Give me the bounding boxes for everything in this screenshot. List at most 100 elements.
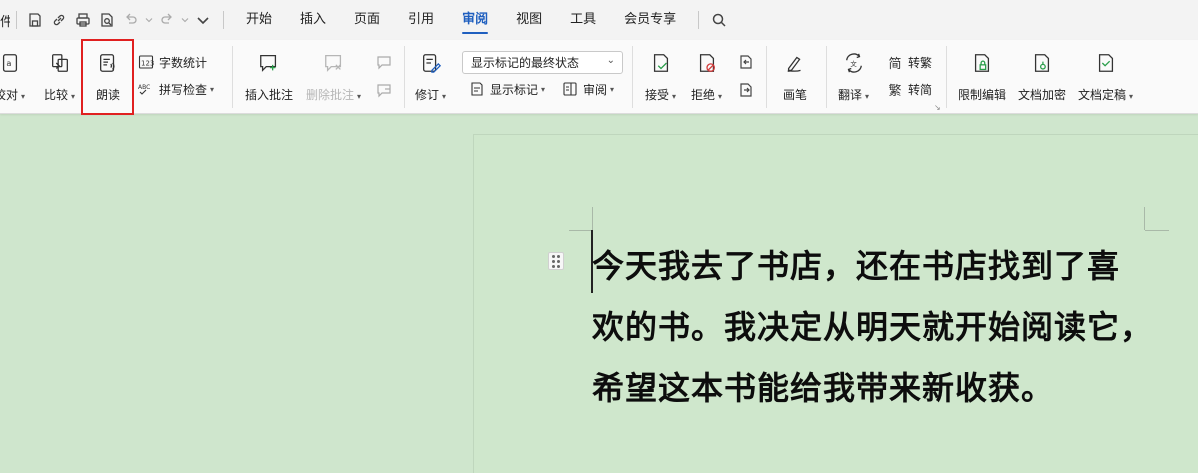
share-link-icon[interactable] [47,8,71,32]
to-traditional-button[interactable]: 简 转繁 [886,51,932,73]
divider [632,46,633,108]
restrict-edit-button[interactable]: 限制编辑 [958,50,1006,103]
truncated-menu-label[interactable]: 件 [0,11,10,30]
tab-review[interactable]: 审阅 [448,0,502,40]
word-count-icon: 123 [137,53,155,71]
menu-tabs: 开始 插入 页面 引用 审阅 视图 工具 会员专享 [232,0,690,40]
crop-mark [1144,207,1145,230]
reject-label: 拒绝 [691,88,716,102]
svg-text:文: 文 [850,59,857,68]
print-icon[interactable] [71,8,95,32]
insert-comment-icon [256,50,282,76]
reject-button[interactable]: 拒绝 ▾ [691,50,722,103]
chevron-down-icon: ▾ [718,92,723,101]
proofread-label: 校对 [0,88,19,102]
next-comment-icon[interactable] [372,78,396,102]
word-count-button[interactable]: 123 字数统计 [137,51,207,73]
tab-home[interactable]: 开始 [232,0,286,40]
reject-icon [694,50,720,76]
tab-tools[interactable]: 工具 [556,0,610,40]
spell-check-icon: ABC [137,80,155,98]
read-aloud-button[interactable]: 朗读 [95,50,121,103]
pen-icon [782,50,808,76]
divider [16,11,17,29]
review-pane-button[interactable]: 审阅 ▾ [561,78,614,100]
save-icon[interactable] [23,8,47,32]
tab-page[interactable]: 页面 [340,0,394,40]
review-ribbon: a 校对 ▾ 比较 ▾ 朗读 123 字数统计 ABC 拼写检查 ▾ 插入批注 … [0,40,1198,114]
previous-change-icon[interactable] [734,50,758,74]
accept-button[interactable]: 接受 ▾ [645,50,676,103]
next-change-icon[interactable] [734,78,758,102]
undo-dropdown-icon[interactable] [143,8,155,32]
to-traditional-label: 转繁 [908,55,933,70]
dialog-launcher-icon[interactable]: ↘ [934,103,941,112]
undo-icon[interactable] [119,8,143,32]
previous-comment-icon[interactable] [372,50,396,74]
show-markup-button[interactable]: 显示标记 ▾ [468,78,545,100]
chevron-down-icon: ▾ [865,92,870,101]
more-chevron-icon[interactable] [191,8,215,32]
ink-button[interactable]: 画笔 [782,50,808,103]
tab-insert[interactable]: 插入 [286,0,340,40]
divider [404,46,405,108]
spell-check-label: 拼写检查 [159,82,208,97]
delete-comment-button[interactable]: 删除批注 ▾ [306,50,361,103]
markup-state-value: 显示标记的最终状态 [471,56,580,70]
accept-label: 接受 [645,88,670,102]
track-changes-icon [418,50,444,76]
finalize-document-button[interactable]: 文档定稿 ▾ [1078,50,1133,103]
paragraph-drag-handle[interactable] [548,252,564,270]
quick-access-toolbar [23,0,215,40]
insert-comment-label: 插入批注 [245,88,294,102]
menu-bar: 件 开始 插入 页面 引用 审阅 视图 工具 会员专享 [0,0,1198,40]
chevron-down-icon: ▾ [21,92,26,101]
divider [826,46,827,108]
spell-check-button[interactable]: ABC 拼写检查 ▾ [137,78,214,100]
chevron-down-icon: ▾ [210,84,215,94]
redo-icon[interactable] [155,8,179,32]
chevron-down-icon: ▾ [442,92,447,101]
review-pane-icon [561,80,579,98]
divider [946,46,947,108]
traditional-char-icon: 简 [888,56,902,72]
track-changes-button[interactable]: 修订 ▾ [415,50,446,103]
encrypt-document-button[interactable]: 文档加密 [1018,50,1066,103]
ink-label: 画笔 [782,88,807,102]
chevron-down-icon: ▾ [610,84,615,94]
simplified-char-icon: 繁 [888,83,902,99]
accept-icon [648,50,674,76]
encrypt-document-label: 文档加密 [1018,88,1067,102]
chevron-down-icon: ▾ [1129,92,1134,101]
read-aloud-label: 朗读 [95,88,120,102]
tab-view[interactable]: 视图 [502,0,556,40]
to-simplified-button[interactable]: 繁 转简 [886,78,932,100]
show-markup-label: 显示标记 [490,82,539,97]
finalize-document-icon [1093,50,1119,76]
chevron-down-icon: ▾ [357,92,362,101]
translate-button[interactable]: 文 翻译 ▾ [838,50,869,103]
redo-dropdown-icon[interactable] [179,8,191,32]
delete-comment-label: 删除批注 [306,88,355,102]
translate-label: 翻译 [838,88,863,102]
proofread-icon: a [0,50,23,76]
document-body[interactable]: 今天我去了书店，还在书店找到了喜 欢的书。我决定从明天就开始阅读它， 希望这本书… [592,236,1192,419]
proofread-button[interactable]: a 校对 ▾ [0,50,25,103]
insert-comment-button[interactable]: 插入批注 [245,50,293,103]
divider [232,46,233,108]
chevron-down-icon: ▾ [71,92,76,101]
svg-text:123: 123 [141,60,154,68]
word-count-label: 字数统计 [159,55,208,70]
search-icon[interactable] [707,8,731,32]
markup-state-select[interactable]: 显示标记的最终状态 ⌄ [462,51,623,74]
tab-references[interactable]: 引用 [394,0,448,40]
svg-text:a: a [6,58,11,68]
to-simplified-label: 转简 [908,82,933,97]
compare-button[interactable]: 比较 ▾ [44,50,75,103]
delete-comment-icon [321,50,347,76]
print-preview-icon[interactable] [95,8,119,32]
chevron-down-icon: ▾ [541,84,546,94]
compare-icon [47,50,73,76]
tab-member[interactable]: 会员专享 [610,0,690,40]
translate-icon: 文 [841,50,867,76]
